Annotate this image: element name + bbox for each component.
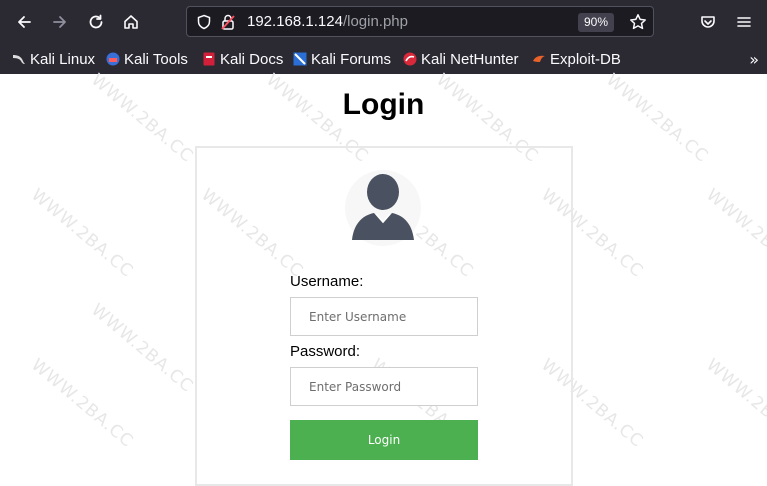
bookmark-kali-docs[interactable]: Kali Docs (202, 49, 283, 69)
bookmark-label: Exploit-DB (550, 50, 621, 68)
watermark-text: WWW.2BA.CC (702, 355, 767, 452)
exploit-db-icon (533, 55, 545, 62)
url-bar[interactable]: 192.168.1.124/login.php 90% (186, 6, 654, 37)
kali-dragon-icon (13, 55, 25, 64)
bookmark-label: Kali Forums (311, 50, 392, 68)
kali-docs-icon (203, 52, 215, 66)
page-title: Login (342, 88, 425, 121)
password-input[interactable] (290, 367, 478, 406)
kali-forums-icon (293, 52, 307, 66)
bookmarks-overflow-button[interactable]: » (749, 50, 759, 69)
bookmark-label: Kali Linux (30, 50, 96, 68)
browser-chrome: 192.168.1.124/login.php 90% Kali Linux K… (0, 0, 767, 74)
bookmark-exploit-db[interactable]: Exploit-DB (532, 49, 621, 69)
pocket-button[interactable] (694, 8, 722, 36)
watermark-text: WWW.2BA.CC (27, 355, 138, 452)
bookmark-label: Kali NetHunter (421, 50, 519, 68)
forward-arrow-icon (53, 16, 66, 28)
watermark-text: WWW.2BA.CC (702, 185, 767, 282)
star-icon[interactable] (629, 13, 647, 31)
watermark-text: WWW.2BA.CC (87, 300, 198, 397)
forward-button[interactable] (46, 8, 74, 36)
username-input[interactable] (290, 297, 478, 336)
reload-button[interactable] (82, 8, 110, 36)
password-label: Password: (290, 343, 361, 360)
bookmark-kali-forums[interactable]: Kali Forums (293, 49, 391, 69)
kali-nethunter-icon (403, 52, 417, 66)
back-button[interactable] (10, 8, 38, 36)
bookmark-kali-linux[interactable]: Kali Linux (12, 49, 95, 69)
url-host: 192.168.1.124 (247, 13, 343, 30)
home-button[interactable] (117, 8, 145, 36)
back-arrow-icon (18, 16, 31, 28)
navigation-toolbar: 192.168.1.124/login.php 90% (0, 0, 767, 44)
bookmarks-toolbar: Kali Linux Kali Tools Kali Docs Kali For… (0, 44, 767, 74)
bookmark-kali-tools[interactable]: Kali Tools (106, 49, 188, 69)
url-path: /login.php (342, 13, 408, 30)
user-avatar-icon (345, 170, 421, 246)
home-icon (124, 15, 138, 29)
bookmark-kali-nethunter[interactable]: Kali NetHunter (403, 49, 519, 69)
bookmark-label: Kali Tools (124, 50, 188, 68)
shield-icon[interactable] (196, 14, 212, 30)
zoom-level-badge[interactable]: 90% (578, 13, 615, 32)
watermark-text: WWW.2BA.CC (27, 185, 138, 282)
pocket-icon (701, 16, 715, 28)
lock-insecure-icon[interactable] (220, 13, 236, 31)
app-menu-button[interactable] (730, 8, 758, 36)
bookmark-label: Kali Docs (220, 50, 284, 68)
menu-icon (737, 17, 751, 27)
login-button[interactable]: Login (290, 420, 478, 460)
url-text[interactable]: 192.168.1.124/login.php (247, 13, 408, 30)
username-label: Username: (290, 273, 364, 290)
reload-icon (89, 14, 103, 29)
kali-tools-icon (106, 52, 120, 66)
